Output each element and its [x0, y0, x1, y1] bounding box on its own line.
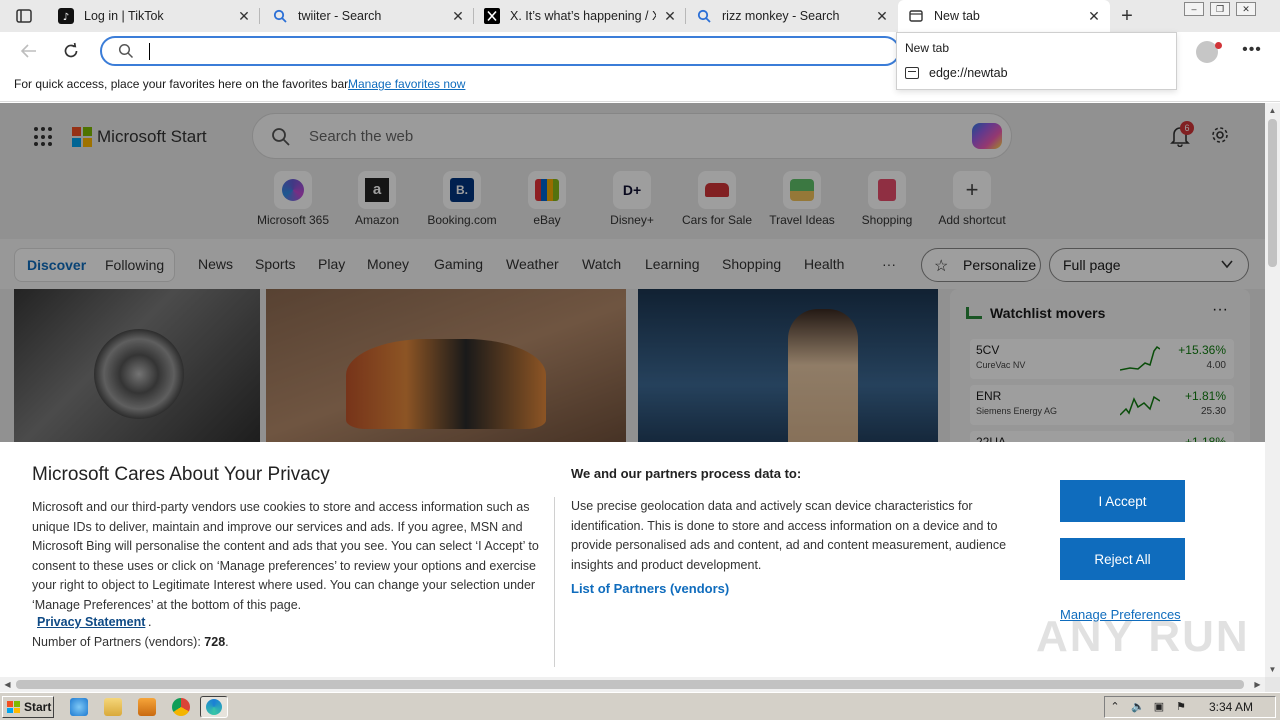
partners-count-line: Number of Partners (vendors): 728. — [32, 635, 229, 649]
suggestion-url: edge://newtab — [929, 66, 1008, 80]
scroll-down-arrow-icon[interactable]: ▼ — [1265, 662, 1280, 677]
show-hidden-icons-icon[interactable]: ⌃ — [1109, 701, 1121, 713]
tab-rizz-monkey-search[interactable]: rizz monkey - Search ✕ — [686, 0, 898, 32]
tab-strip: ♪ Log in | TikTok ✕ twiiter - Search ✕ X… — [0, 0, 1280, 32]
tab-tiktok[interactable]: ♪ Log in | TikTok ✕ — [48, 0, 260, 32]
search-icon — [272, 8, 288, 24]
system-tray: ⌃ 🔈 ▣ ⚑ 3:34 AM — [1104, 696, 1276, 718]
close-tab-icon[interactable]: ✕ — [1086, 8, 1102, 24]
dropdown-header: New tab — [905, 41, 950, 55]
tab-title: twiiter - Search — [298, 9, 382, 23]
tab-actions-icon — [16, 9, 32, 23]
chrome-icon[interactable] — [172, 698, 190, 716]
svg-text:♪: ♪ — [63, 12, 69, 23]
edge-icon — [206, 699, 222, 715]
tiktok-icon: ♪ — [58, 8, 74, 24]
manage-preferences-link[interactable]: Manage Preferences — [1060, 607, 1181, 622]
privacy-consent-banner: Microsoft Cares About Your Privacy Micro… — [0, 442, 1265, 677]
minimize-button[interactable]: – — [1184, 2, 1204, 16]
newtab-icon — [908, 8, 924, 24]
close-window-button[interactable]: ✕ — [1236, 2, 1256, 16]
reject-all-button[interactable]: Reject All — [1060, 538, 1185, 580]
privacy-title: Microsoft Cares About Your Privacy — [32, 464, 330, 485]
divider — [554, 497, 555, 667]
partners-count: 728 — [204, 635, 226, 649]
tab-new-tab[interactable]: New tab ✕ — [898, 0, 1110, 32]
new-tab-button[interactable]: + — [1116, 5, 1138, 27]
period: . — [148, 615, 152, 629]
tab-twiiter-search[interactable]: twiiter - Search ✕ — [262, 0, 474, 32]
back-button[interactable] — [16, 38, 42, 64]
scrollbar-corner — [1265, 677, 1280, 692]
suggestion-newtab[interactable]: edge://newtab — [905, 66, 1008, 80]
scrollbar-thumb[interactable] — [16, 680, 1244, 689]
network-icon[interactable]: ▣ — [1153, 701, 1165, 713]
clock[interactable]: 3:34 AM — [1209, 700, 1253, 714]
scroll-right-arrow-icon[interactable]: ▶ — [1250, 677, 1265, 692]
edge-taskbar-button[interactable] — [200, 696, 228, 718]
search-icon — [696, 8, 712, 24]
media-player-icon[interactable] — [138, 698, 156, 716]
close-tab-icon[interactable]: ✕ — [874, 8, 890, 24]
profile-avatar[interactable] — [1196, 41, 1222, 63]
purposes-body: Use precise geolocation data and activel… — [571, 499, 1007, 572]
manage-favorites-link[interactable]: Manage favorites now — [348, 77, 465, 91]
vertical-scrollbar[interactable]: ▲ ▼ — [1265, 103, 1280, 677]
refresh-button[interactable] — [58, 38, 84, 64]
tab-title: New tab — [934, 9, 980, 23]
privacy-body: Microsoft and our third-party vendors us… — [32, 500, 539, 612]
scroll-left-arrow-icon[interactable]: ◀ — [0, 677, 15, 692]
tab-actions-button[interactable] — [8, 6, 40, 26]
back-arrow-icon — [21, 44, 36, 58]
favorites-bar-message: For quick access, place your favorites h… — [14, 77, 351, 91]
address-suggestion-dropdown: New tab edge://newtab — [896, 32, 1177, 90]
address-bar[interactable] — [100, 36, 900, 66]
page-icon — [905, 67, 919, 79]
tab-title: X. It’s what’s happening / X — [510, 9, 656, 23]
accept-button[interactable]: I Accept — [1060, 480, 1185, 522]
purposes-title: We and our partners process data to: — [571, 466, 802, 481]
internet-explorer-icon[interactable] — [70, 698, 88, 716]
close-tab-icon[interactable]: ✕ — [662, 8, 678, 24]
settings-and-more-button[interactable]: ••• — [1240, 38, 1264, 62]
search-icon — [118, 43, 134, 59]
start-button[interactable]: Start — [2, 696, 54, 718]
text-caret — [149, 43, 150, 60]
volume-icon[interactable]: 🔈 — [1131, 701, 1145, 713]
scrollbar-thumb[interactable] — [1268, 119, 1277, 267]
list-of-partners-link[interactable]: List of Partners (vendors) — [571, 581, 729, 596]
windows-flag-icon — [7, 701, 21, 713]
x-logo-icon — [484, 8, 500, 24]
action-center-icon[interactable]: ⚑ — [1175, 701, 1187, 713]
privacy-statement-link[interactable]: Privacy Statement — [37, 615, 145, 629]
close-tab-icon[interactable]: ✕ — [450, 8, 466, 24]
horizontal-scrollbar[interactable]: ◀ ▶ — [0, 677, 1265, 692]
tab-title: Log in | TikTok — [84, 9, 164, 23]
windows-taskbar: Start ⌃ 🔈 ▣ ⚑ 3:34 AM — [0, 692, 1280, 720]
restore-button[interactable]: ❐ — [1210, 2, 1230, 16]
close-tab-icon[interactable]: ✕ — [236, 8, 252, 24]
scroll-up-arrow-icon[interactable]: ▲ — [1265, 103, 1280, 118]
refresh-icon — [64, 42, 78, 58]
file-explorer-icon[interactable] — [104, 698, 122, 716]
tab-title: rizz monkey - Search — [722, 9, 840, 23]
start-label: Start — [24, 700, 52, 714]
tab-x[interactable]: X. It’s what’s happening / X ✕ — [474, 0, 686, 32]
